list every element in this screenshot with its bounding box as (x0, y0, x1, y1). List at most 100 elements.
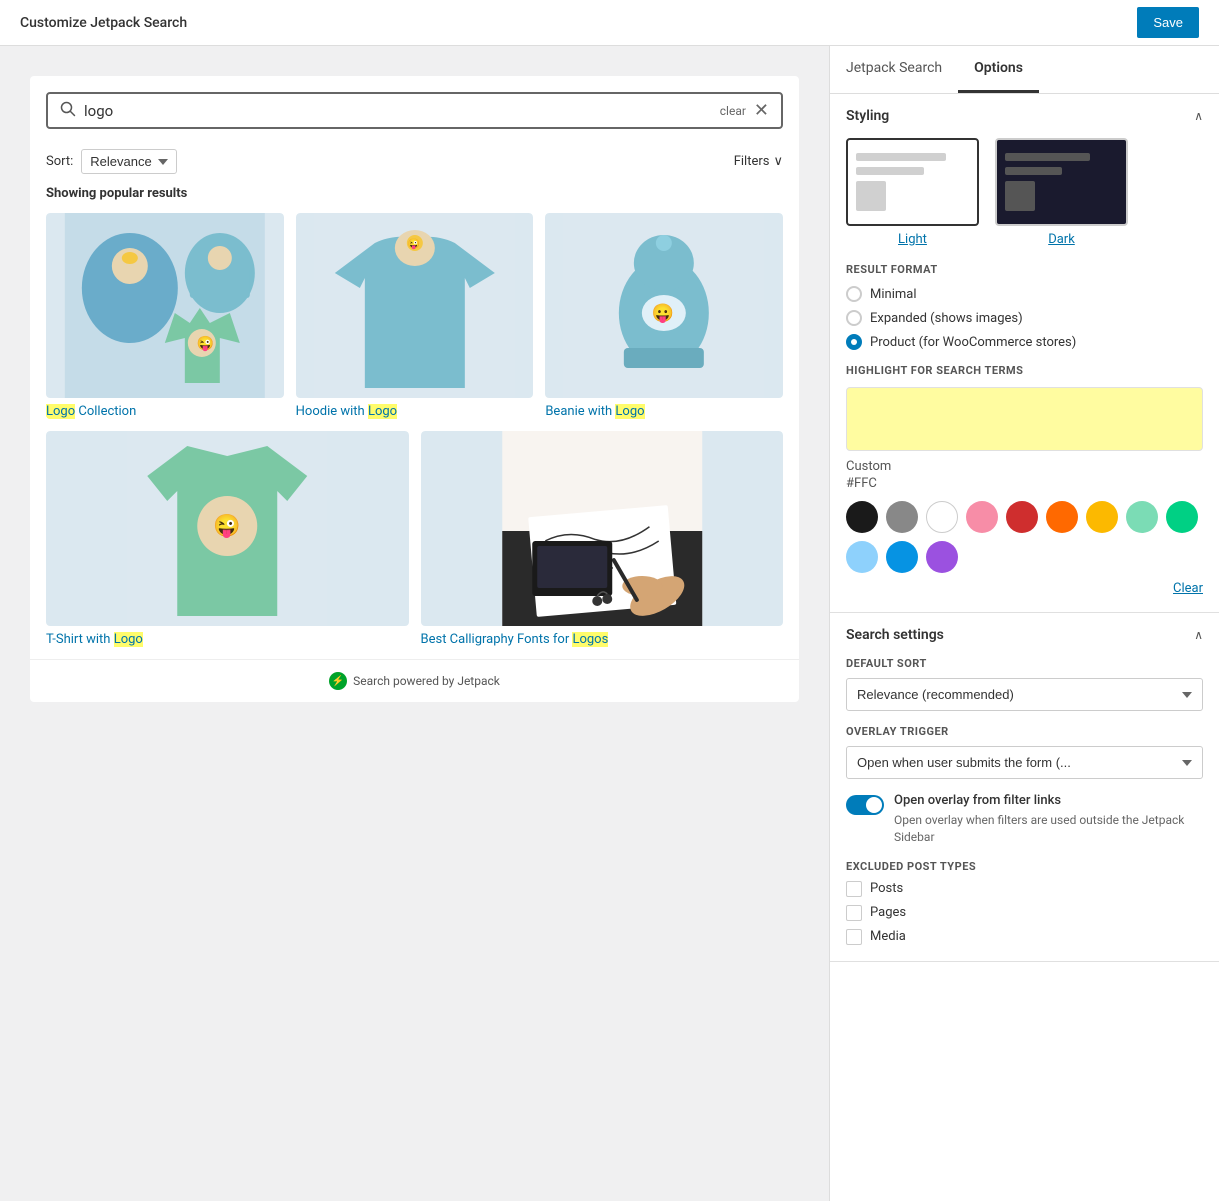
swatch-red[interactable] (1006, 501, 1038, 533)
product-name: T-Shirt with Logo (46, 626, 409, 647)
swatch-gray[interactable] (886, 501, 918, 533)
sort-label: Sort: (46, 154, 73, 169)
product-card[interactable]: 😜 Logo Collection (46, 213, 284, 419)
theme-line-1 (856, 153, 946, 161)
top-bar: Customize Jetpack Search Save (0, 0, 1219, 46)
product-card[interactable]: 😛 Beanie with Logo (545, 213, 783, 419)
sort-wrap: Sort: Relevance (46, 149, 177, 174)
theme-line-dark-2 (1005, 167, 1062, 175)
theme-line-dark-1 (1005, 153, 1090, 161)
checkbox-group: Posts Pages Media (846, 881, 1203, 945)
sort-select[interactable]: Relevance (81, 149, 177, 174)
highlight-label: HIGHLIGHT FOR SEARCH TERMS (846, 364, 1203, 377)
search-icon (60, 101, 76, 121)
radio-circle-product (846, 334, 862, 350)
product-name: Best Calligraphy Fonts for Logos (421, 626, 784, 647)
jetpack-logo-icon (329, 672, 347, 690)
result-format-label: RESULT FORMAT (846, 263, 1203, 276)
radio-minimal[interactable]: Minimal (846, 286, 1203, 302)
swatch-purple[interactable] (926, 541, 958, 573)
swatch-black[interactable] (846, 501, 878, 533)
product-card[interactable]: Best Calligraphy Fonts for Logos (421, 431, 784, 647)
svg-text:😜: 😜 (213, 513, 240, 539)
checkbox-label-pages: Pages (870, 905, 906, 920)
radio-circle-expanded (846, 310, 862, 326)
dark-theme-preview (995, 138, 1128, 226)
highlight-text: Logo (114, 632, 143, 647)
search-settings-section: Search settings ∧ DEFAULT SORT Relevance… (830, 613, 1219, 962)
theme-block (856, 181, 969, 211)
overlay-trigger-select[interactable]: Open when user submits the form (... (846, 746, 1203, 779)
styling-chevron-icon: ∧ (1194, 109, 1203, 123)
radio-label-product: Product (for WooCommerce stores) (870, 335, 1076, 350)
checkbox-pages[interactable]: Pages (846, 905, 1203, 921)
main-layout: logo clear ✕ Sort: Relevance Filters ∨ S… (0, 46, 1219, 1201)
checkbox-media[interactable]: Media (846, 929, 1203, 945)
swatch-light-green[interactable] (1126, 501, 1158, 533)
swatch-orange[interactable] (1046, 501, 1078, 533)
search-preview-box: logo clear ✕ Sort: Relevance Filters ∨ S… (30, 76, 799, 702)
product-image: 😜 (46, 431, 409, 626)
right-panel: Jetpack Search Options Styling ∧ (829, 46, 1219, 1201)
radio-label-expanded: Expanded (shows images) (870, 311, 1023, 326)
swatch-green[interactable] (1166, 501, 1198, 533)
tab-options[interactable]: Options (958, 46, 1039, 93)
clear-color-link[interactable]: Clear (846, 581, 1203, 596)
color-preview-box[interactable] (846, 387, 1203, 451)
checkbox-label-posts: Posts (870, 881, 903, 896)
sort-filters-bar: Sort: Relevance Filters ∨ (30, 145, 799, 186)
search-settings-header[interactable]: Search settings ∧ (830, 613, 1219, 657)
swatch-white[interactable] (926, 501, 958, 533)
product-image: 😛 (545, 213, 783, 398)
powered-by-text: Search powered by Jetpack (353, 674, 500, 688)
theme-light[interactable]: Light (846, 138, 979, 247)
checkbox-box-pages (846, 905, 862, 921)
checkbox-label-media: Media (870, 929, 906, 944)
toggle-row: Open overlay from filter links Open over… (846, 793, 1203, 846)
overlay-filter-toggle[interactable] (846, 795, 884, 815)
styling-section-content: Light (830, 138, 1219, 612)
excluded-label: Excluded post types (846, 860, 1203, 873)
filters-chevron-icon: ∨ (773, 154, 783, 169)
light-theme-preview (846, 138, 979, 226)
checkbox-box-posts (846, 881, 862, 897)
popular-label: Showing popular results (30, 186, 799, 213)
tab-jetpack-search[interactable]: Jetpack Search (830, 46, 958, 93)
filters-label: Filters (734, 154, 770, 169)
theme-dark[interactable]: Dark (995, 138, 1128, 247)
search-clear-button[interactable]: clear (720, 104, 746, 118)
product-card[interactable]: 😜 Hoodie with Logo (296, 213, 534, 419)
checkbox-box-media (846, 929, 862, 945)
page-title: Customize Jetpack Search (20, 15, 187, 31)
search-close-button[interactable]: ✕ (754, 100, 769, 121)
swatch-pink[interactable] (966, 501, 998, 533)
styling-section-header[interactable]: Styling ∧ (830, 94, 1219, 138)
svg-text:😛: 😛 (652, 303, 674, 324)
filters-button[interactable]: Filters ∨ (734, 154, 783, 169)
product-grid-bottom: 😜 T-Shirt with Logo (30, 431, 799, 659)
radio-expanded[interactable]: Expanded (shows images) (846, 310, 1203, 326)
swatch-light-blue[interactable] (846, 541, 878, 573)
swatch-yellow[interactable] (1086, 501, 1118, 533)
product-image: 😜 (296, 213, 534, 398)
panel-tabs: Jetpack Search Options (830, 46, 1219, 94)
toggle-text-group: Open overlay from filter links Open over… (894, 793, 1203, 846)
overlay-trigger-label: OVERLAY TRIGGER (846, 725, 1203, 738)
toggle-knob (866, 797, 882, 813)
search-settings-chevron-icon: ∧ (1194, 628, 1203, 642)
product-card[interactable]: 😜 T-Shirt with Logo (46, 431, 409, 647)
checkbox-posts[interactable]: Posts (846, 881, 1203, 897)
save-button[interactable]: Save (1137, 7, 1199, 38)
product-image (421, 431, 784, 626)
preview-area: logo clear ✕ Sort: Relevance Filters ∨ S… (0, 46, 829, 1201)
product-grid-top: 😜 Logo Collection (30, 213, 799, 431)
default-sort-select[interactable]: Relevance (recommended) (846, 678, 1203, 711)
swatch-blue[interactable] (886, 541, 918, 573)
theme-block-img-dark (1005, 181, 1035, 211)
highlight-text: Logo (615, 404, 644, 419)
product-name: Beanie with Logo (545, 398, 783, 419)
result-format-radio-group: Minimal Expanded (shows images) Product … (846, 286, 1203, 350)
styling-section: Styling ∧ (830, 94, 1219, 613)
color-swatches (846, 501, 1203, 573)
radio-product[interactable]: Product (for WooCommerce stores) (846, 334, 1203, 350)
